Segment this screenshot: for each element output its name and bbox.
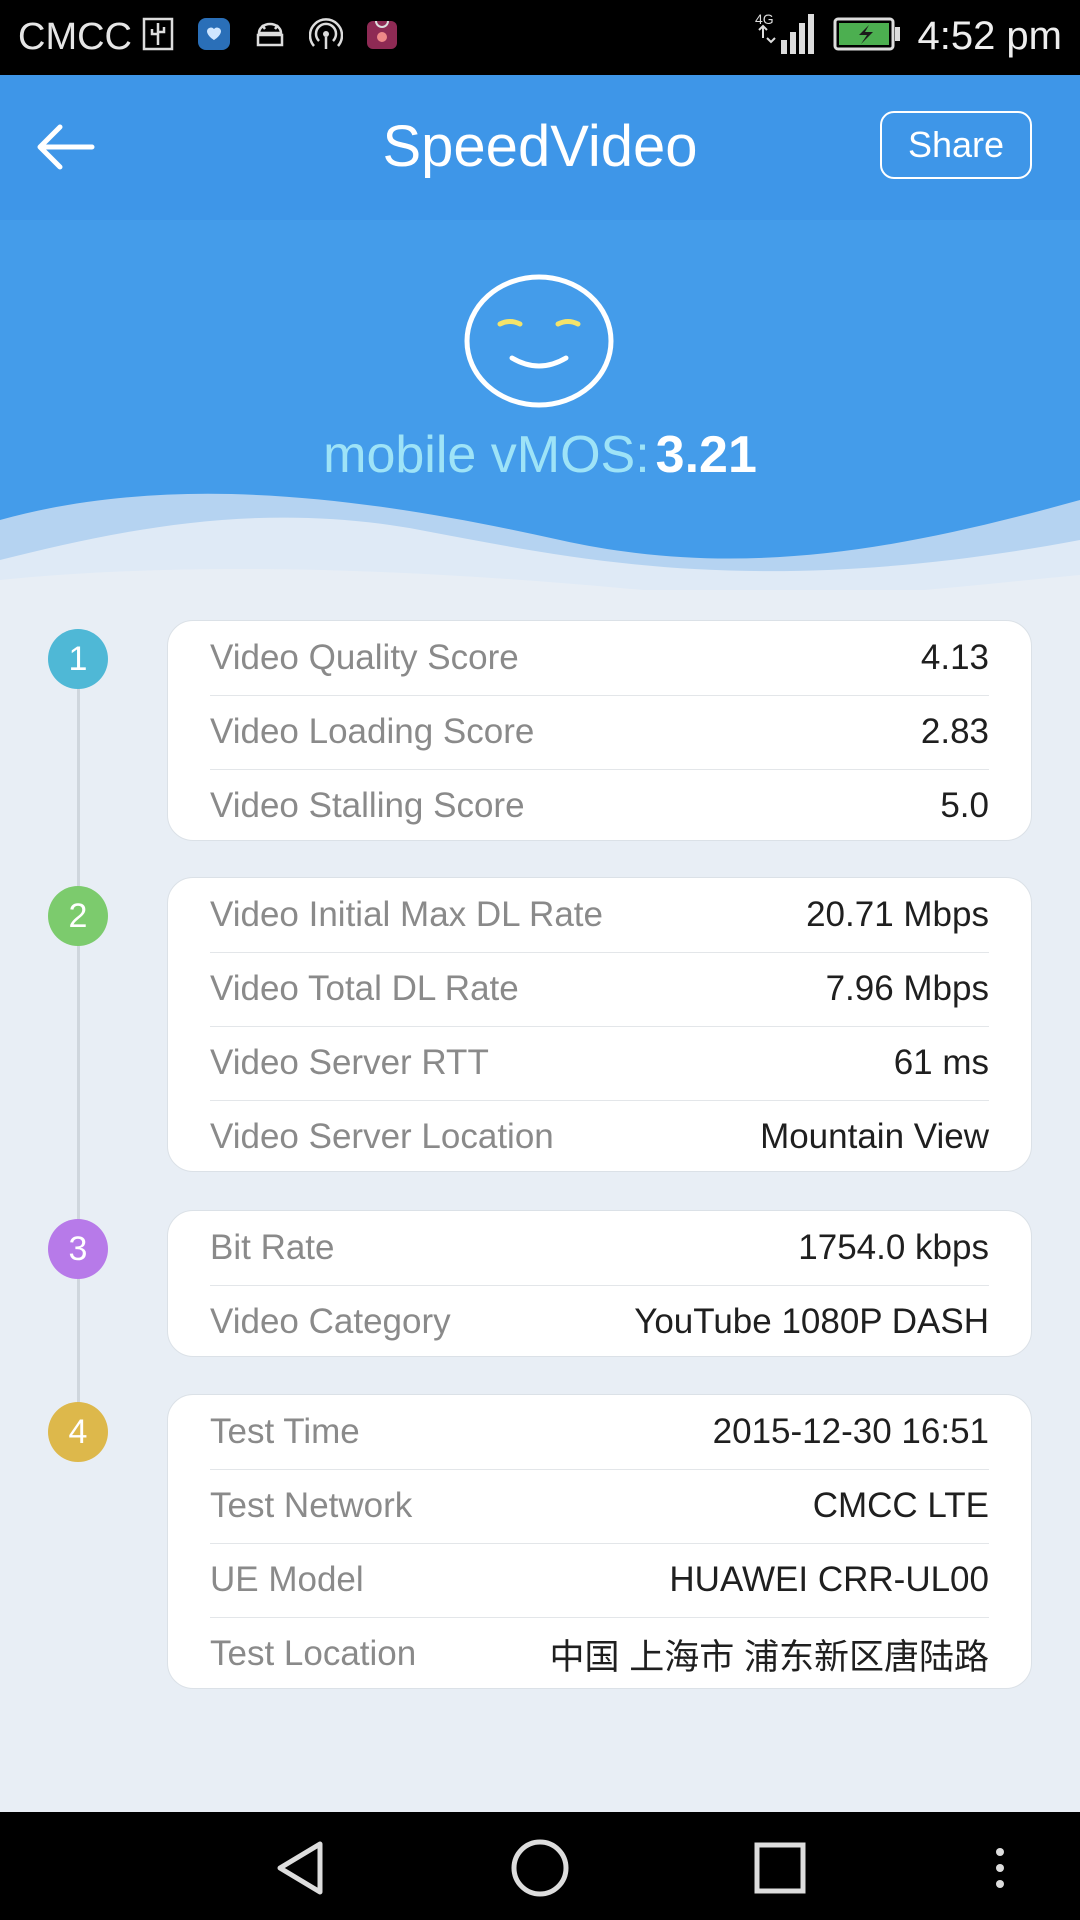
- hero-wave: [0, 493, 1080, 590]
- row-value: HUAWEI CRR-UL00: [669, 1560, 989, 1599]
- step-badge-4: 4: [48, 1402, 108, 1462]
- row-label: Test Location: [210, 1634, 417, 1673]
- android-debug-icon: [252, 16, 288, 52]
- row-value: 61 ms: [893, 1043, 989, 1082]
- status-bar: CMCC 4G 4:52 pm: [0, 0, 1080, 75]
- row-label: Test Time: [210, 1412, 360, 1451]
- step-badge-1: 1: [48, 629, 108, 689]
- row-value: 1754.0 kbps: [798, 1228, 989, 1267]
- row-value: 5.0: [940, 786, 989, 825]
- row-label: UE Model: [210, 1560, 364, 1599]
- huawei-store-icon: [364, 16, 400, 52]
- info-row: Test Location 中国 上海市 浦东新区唐陆路: [210, 1617, 989, 1691]
- home-circle-icon: [511, 1839, 569, 1897]
- row-value: 中国 上海市 浦东新区唐陆路: [549, 1637, 989, 1677]
- clock: 4:52 pm: [917, 14, 1062, 58]
- row-value: 4.13: [920, 638, 989, 677]
- network-card: Video Initial Max DL Rate 20.71 Mbps Vid…: [167, 877, 1032, 1172]
- score-hero: mobile vMOS: 3.21: [0, 220, 1080, 590]
- recents-square-icon: [754, 1842, 806, 1894]
- system-nav-bar: [0, 1812, 1080, 1920]
- step-badge-3: 3: [48, 1219, 108, 1279]
- info-row: Video Quality Score 4.13: [210, 621, 989, 696]
- row-label: Video Server Location: [210, 1117, 554, 1156]
- row-value: 2.83: [920, 712, 989, 751]
- row-label: Video Initial Max DL Rate: [210, 895, 603, 934]
- row-label: Video Category: [210, 1302, 451, 1341]
- row-label: Video Total DL Rate: [210, 969, 519, 1008]
- signal-icon: 4G: [755, 10, 817, 63]
- row-label: Test Network: [210, 1486, 413, 1525]
- info-row: UE Model HUAWEI CRR-UL00: [210, 1543, 989, 1618]
- carrier-name: CMCC: [18, 16, 132, 58]
- status-right: 4G 4:52 pm: [755, 10, 1062, 63]
- app-bar: SpeedVideo Share: [0, 75, 1080, 220]
- info-row: Test Network CMCC LTE: [210, 1469, 989, 1544]
- health-app-icon: [196, 16, 232, 52]
- nav-back-button[interactable]: [270, 1838, 330, 1898]
- info-row: Video Server RTT 61 ms: [210, 1026, 989, 1101]
- nav-menu-button[interactable]: [985, 1838, 1015, 1898]
- row-label: Video Stalling Score: [210, 786, 525, 825]
- info-row: Bit Rate 1754.0 kbps: [210, 1211, 989, 1286]
- row-value: 20.71 Mbps: [806, 895, 989, 934]
- step-badge-2: 2: [48, 886, 108, 946]
- timeline-line: [77, 660, 80, 1430]
- info-row: Video Initial Max DL Rate 20.71 Mbps: [210, 878, 989, 953]
- row-label: Video Quality Score: [210, 638, 519, 677]
- info-row: Test Time 2015-12-30 16:51: [210, 1395, 989, 1470]
- info-row: Video Server Location Mountain View: [210, 1100, 989, 1174]
- share-button[interactable]: Share: [880, 111, 1032, 179]
- hotspot-icon: [308, 16, 344, 52]
- row-value: YouTube 1080P DASH: [634, 1302, 989, 1341]
- row-value: 7.96 Mbps: [825, 969, 989, 1008]
- vmos-value: 3.21: [655, 426, 757, 484]
- row-label: Video Loading Score: [210, 712, 535, 751]
- notification-icons: [140, 16, 400, 52]
- row-value: Mountain View: [760, 1117, 989, 1156]
- row-value: 2015-12-30 16:51: [712, 1412, 989, 1451]
- info-row: Video Stalling Score 5.0: [210, 769, 989, 843]
- info-row: Video Total DL Rate 7.96 Mbps: [210, 952, 989, 1027]
- usb-icon: [140, 16, 176, 52]
- row-value: CMCC LTE: [812, 1486, 989, 1525]
- battery-charging-icon: [833, 17, 901, 56]
- network-type-label: 4G: [755, 11, 774, 27]
- nav-home-button[interactable]: [510, 1838, 570, 1898]
- video-card: Bit Rate 1754.0 kbps Video Category YouT…: [167, 1210, 1032, 1357]
- row-label: Video Server RTT: [210, 1043, 489, 1082]
- vmos-score: mobile vMOS: 3.21: [0, 425, 1080, 485]
- test-info-card: Test Time 2015-12-30 16:51 Test Network …: [167, 1394, 1032, 1689]
- vmos-label: mobile vMOS:: [323, 426, 650, 484]
- more-dots-icon: [996, 1848, 1004, 1888]
- info-row: Video Category YouTube 1080P DASH: [210, 1285, 989, 1359]
- info-row: Video Loading Score 2.83: [210, 695, 989, 770]
- back-triangle-icon: [277, 1841, 323, 1895]
- score-card: Video Quality Score 4.13 Video Loading S…: [167, 620, 1032, 841]
- smiley-face-icon: [464, 274, 614, 408]
- nav-recents-button[interactable]: [750, 1838, 810, 1898]
- row-label: Bit Rate: [210, 1228, 335, 1267]
